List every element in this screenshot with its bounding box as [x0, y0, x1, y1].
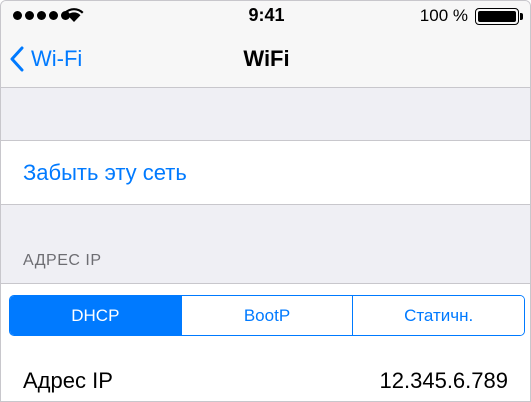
battery-tip — [520, 13, 523, 20]
settings-screen: 9:41 100 % Wi-Fi WiFi Забыть эту сеть АД… — [0, 0, 531, 402]
forget-network-label: Забыть эту сеть — [23, 160, 187, 185]
segment-bootp[interactable]: BootP — [180, 296, 353, 335]
segment-static[interactable]: Статичн. — [352, 296, 524, 335]
ip-address-value: 12.345.6.789 — [379, 368, 508, 393]
ip-settings-section: DHCP BootP Статичн. Адрес IP 12.345.6.78… — [1, 283, 530, 401]
segment-dhcp[interactable]: DHCP — [10, 296, 181, 335]
navigation-bar: Wi-Fi WiFi — [1, 31, 530, 88]
status-bar: 9:41 100 % — [1, 1, 530, 31]
ip-address-label: Адрес IP — [23, 368, 113, 393]
battery-icon — [475, 8, 519, 25]
page-title: WiFi — [243, 46, 290, 71]
section-header-ip-address: АДРЕС IP — [23, 252, 102, 269]
battery-percent: 100 % — [419, 6, 468, 25]
ip-mode-segmented-control: DHCP BootP Статичн. — [9, 295, 525, 336]
forget-network-button[interactable]: Забыть эту сеть — [1, 140, 530, 205]
